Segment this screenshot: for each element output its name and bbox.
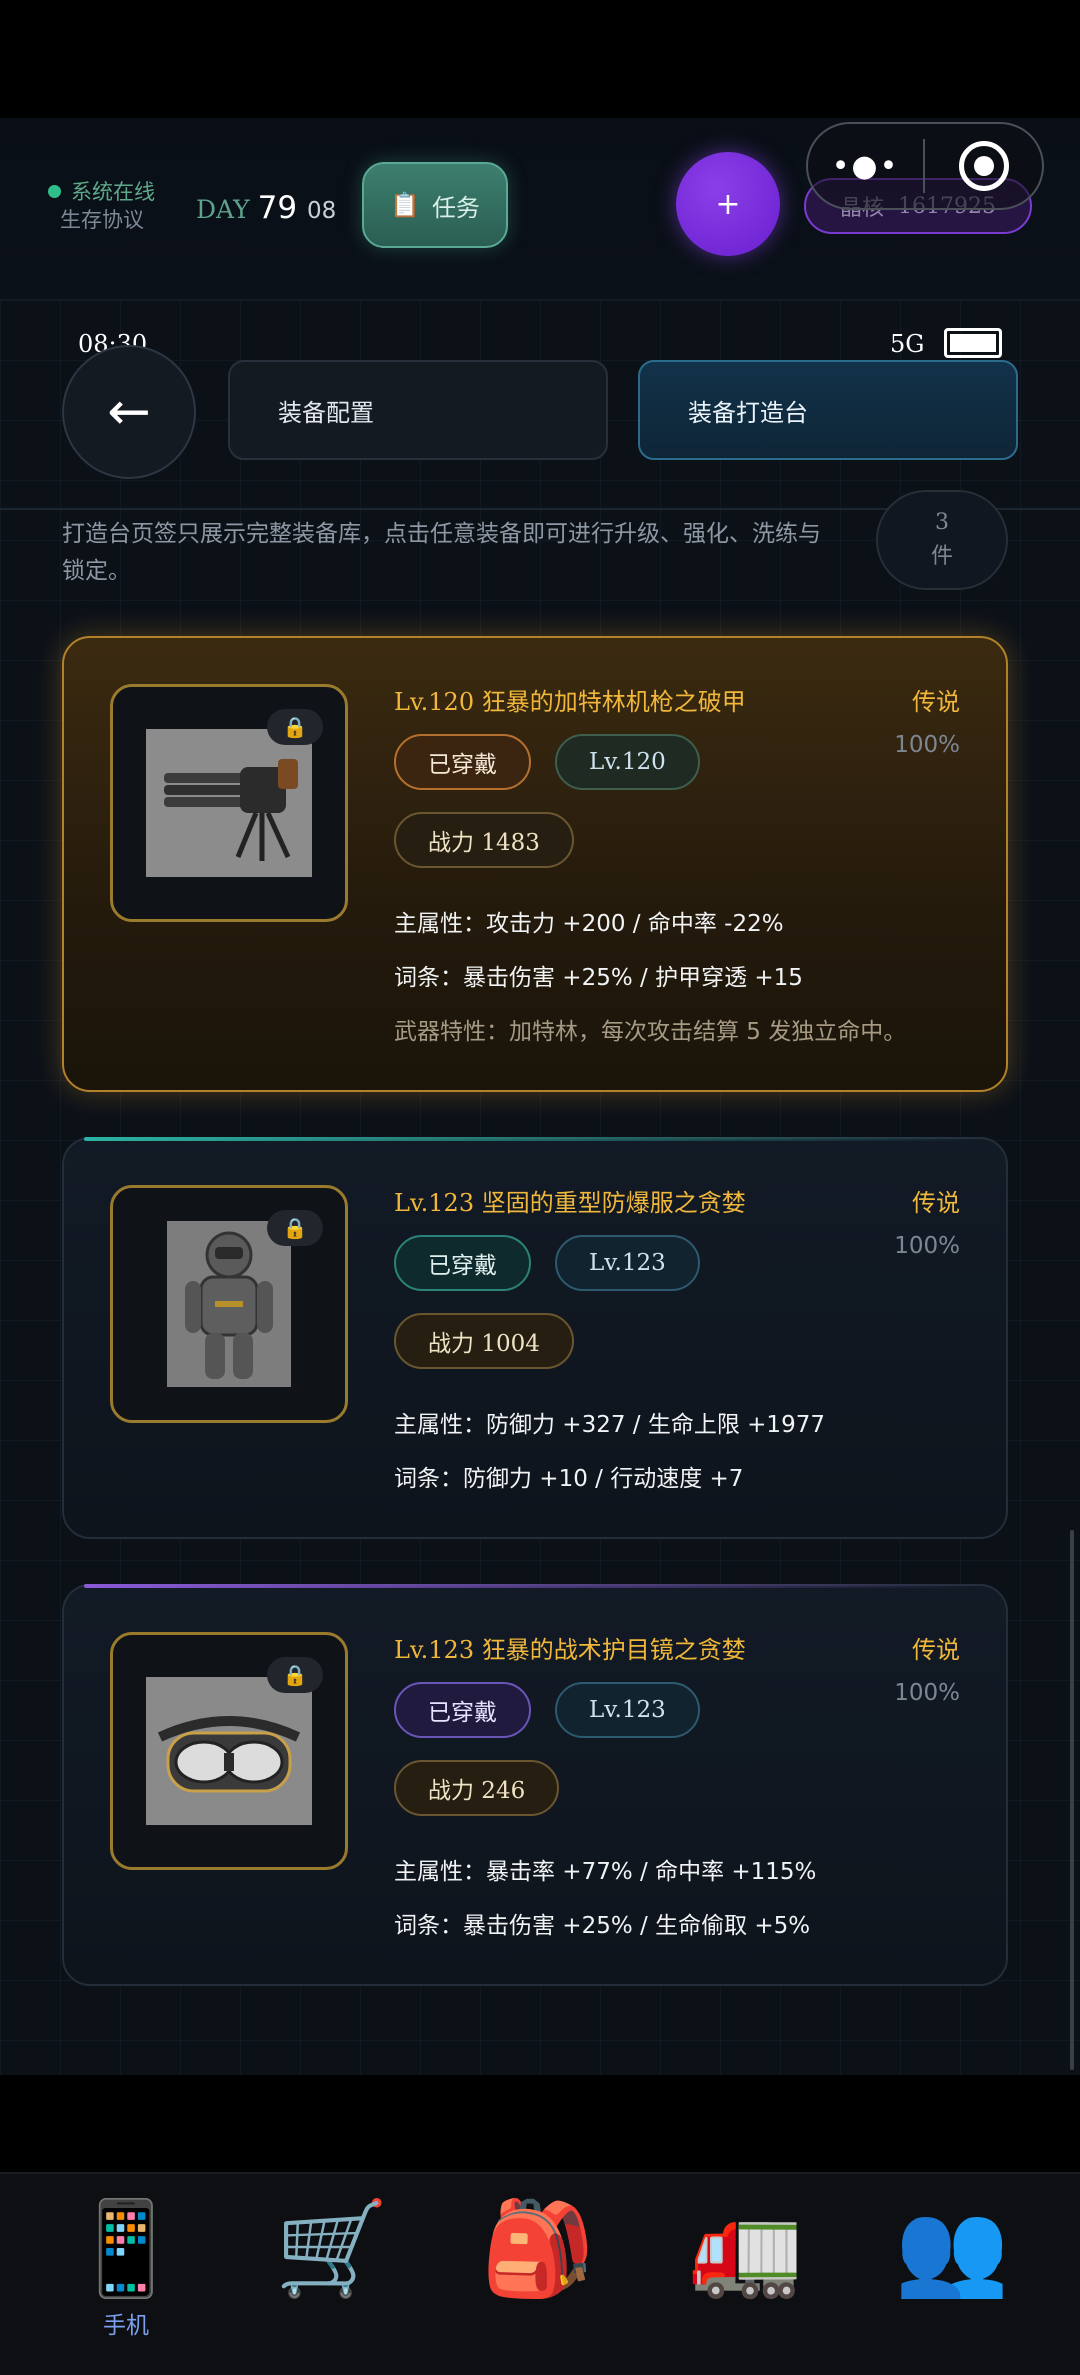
item-count-number: 3: [935, 510, 949, 535]
power-badge: 战力 1483: [394, 812, 574, 868]
protocol-text: 生存协议: [60, 208, 144, 232]
item-title: Lv.123 坚固的重型防爆服之贪婪: [394, 1189, 746, 1217]
item-count-badge: 3 件: [876, 490, 1008, 590]
backpack-icon: 🎒: [480, 2195, 596, 2302]
power-badge: 战力 1004: [394, 1313, 574, 1369]
scrollbar[interactable]: [1070, 1530, 1074, 2070]
online-status: 系统在线 生存协议: [48, 178, 155, 234]
level-badge: Lv.123: [555, 1235, 700, 1291]
plus-icon: +: [715, 186, 741, 222]
power-badge: 战力 246: [394, 1760, 560, 1816]
online-dot-icon: [48, 185, 61, 198]
level-badge: Lv.120: [555, 734, 700, 790]
gatling-gun-icon: [146, 729, 312, 877]
phone-icon: 📱: [68, 2195, 184, 2302]
main-attribute: 主属性：防御力 +327 / 生命上限 +1977: [394, 1412, 825, 1438]
lock-icon[interactable]: 🔒: [267, 709, 323, 745]
affix-line: 词条：防御力 +10 / 行动速度 +7: [394, 1466, 744, 1492]
tab-team[interactable]: 👥: [892, 2194, 1012, 2334]
lock-icon[interactable]: 🔒: [267, 1657, 323, 1693]
lock-icon[interactable]: 🔒: [267, 1210, 323, 1246]
network-indicator: 5G: [890, 330, 925, 358]
tab-transport[interactable]: 🚛: [686, 2194, 806, 2334]
battery-icon: [944, 328, 1002, 358]
item-thumbnail: 🔒: [110, 1185, 348, 1423]
item-percent: 100%: [894, 1680, 960, 1706]
people-icon: 👥: [894, 2195, 1010, 2302]
close-target-icon[interactable]: [925, 141, 1042, 191]
equipment-card[interactable]: 🔒 Lv.123 狂暴的战术护目镜之贪婪 传说 100% 已穿戴 Lv.123 …: [62, 1584, 1008, 1986]
clipboard-icon: 📋: [390, 191, 420, 219]
bottom-tab-bar: 📱 手机 🛒 🎒 🚛 👥: [0, 2172, 1080, 2375]
tab-equipment-forge[interactable]: 装备打造台: [638, 360, 1018, 460]
level-badge: Lv.123: [555, 1682, 700, 1738]
worn-badge: 已穿戴: [394, 734, 531, 790]
item-title: Lv.123 狂暴的战术护目镜之贪婪: [394, 1636, 746, 1664]
item-tags: 已穿戴 Lv.123: [394, 1682, 700, 1738]
truck-icon: 🚛: [688, 2195, 804, 2302]
card-accent-line: [84, 1137, 986, 1141]
plus-button[interactable]: +: [676, 152, 780, 256]
tab-shop[interactable]: 🛒: [272, 2194, 392, 2334]
bomb-suit-icon: [167, 1221, 291, 1387]
item-percent: 100%: [894, 1233, 960, 1259]
main-attribute: 主属性：暴击率 +77% / 命中率 +115%: [394, 1859, 817, 1885]
task-label: 任务: [431, 193, 480, 222]
day-number: 79: [257, 190, 298, 226]
goggles-icon: [146, 1677, 312, 1825]
cart-icon: 🛒: [274, 2195, 390, 2302]
hour-value: 08: [307, 198, 337, 224]
forge-notice: 打造台页签只展示完整装备库，点击任意装备即可进行升级、强化、洗练与锁定。: [62, 521, 821, 584]
affix-line: 词条：暴击伤害 +25% / 生命偷取 +5%: [394, 1913, 811, 1939]
main-attribute: 主属性：攻击力 +200 / 命中率 -22%: [394, 911, 784, 937]
item-tags: 已穿戴 Lv.120: [394, 734, 700, 790]
weapon-trait: 武器特性：加特林，每次攻击结算 5 发独立命中。: [394, 1019, 907, 1045]
tab-forge-label: 装备打造台: [688, 398, 808, 427]
item-tags: 已穿戴 Lv.123: [394, 1235, 700, 1291]
tab-equipment-config[interactable]: 装备配置: [228, 360, 608, 460]
item-percent: 100%: [894, 732, 960, 758]
affix-line: 词条：暴击伤害 +25% / 护甲穿透 +15: [394, 965, 803, 991]
back-button[interactable]: ←: [62, 345, 196, 479]
item-thumbnail: 🔒: [110, 684, 348, 922]
item-rarity: 传说: [912, 688, 960, 716]
item-rarity: 传说: [912, 1189, 960, 1217]
more-dots-icon[interactable]: •●•: [808, 149, 923, 184]
worn-badge: 已穿戴: [394, 1682, 531, 1738]
equipment-card[interactable]: 🔒 Lv.120 狂暴的加特林机枪之破甲 传说 100% 已穿戴 Lv.120 …: [62, 636, 1008, 1092]
online-text: 系统在线: [71, 180, 155, 204]
miniprogram-capsule: •●•: [806, 122, 1044, 210]
back-arrow-icon: ←: [107, 382, 151, 442]
tab-phone-label: 手机: [103, 2313, 149, 2339]
item-count-unit: 件: [930, 544, 953, 569]
item-title: Lv.120 狂暴的加特林机枪之破甲: [394, 688, 746, 716]
day-label: DAY: [196, 195, 250, 224]
day-counter: DAY 79 08: [196, 190, 336, 226]
item-rarity: 传说: [912, 1636, 960, 1664]
task-button[interactable]: 📋 任务: [362, 162, 508, 248]
tab-phone[interactable]: 📱 手机: [66, 2194, 186, 2339]
worn-badge: 已穿戴: [394, 1235, 531, 1291]
tab-backpack[interactable]: 🎒: [478, 2194, 598, 2334]
tab-config-label: 装备配置: [278, 398, 374, 427]
item-thumbnail: 🔒: [110, 1632, 348, 1870]
equipment-card[interactable]: 🔒 Lv.123 坚固的重型防爆服之贪婪 传说 100% 已穿戴 Lv.123 …: [62, 1137, 1008, 1539]
card-accent-line: [84, 1584, 986, 1588]
